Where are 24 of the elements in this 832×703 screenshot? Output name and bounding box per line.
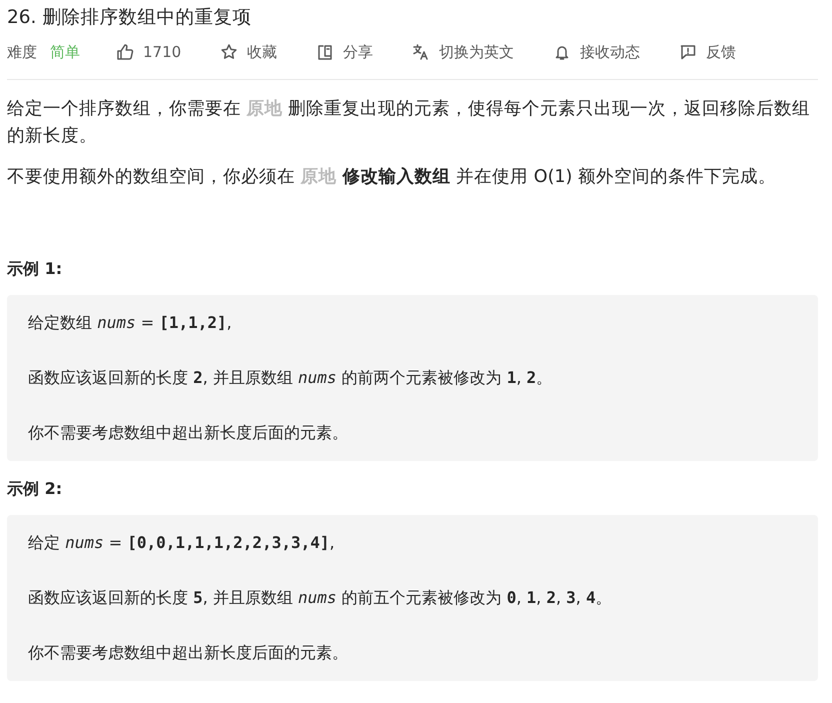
code-line: 你不需要考虑数组中超出新长度后面的元素。 [28,422,349,444]
code-line: 函数应该返回新的长度 2, 并且原数组 nums 的前两个元素被修改为 1, 2。 [28,367,554,389]
difficulty-level: 简单 [50,42,80,63]
feedback-button[interactable]: 反馈 [679,40,736,64]
problem-title: 26. 删除排序数组中的重复项 [7,6,252,30]
share-icon [316,43,334,61]
translate-button[interactable]: 切换为英文 [412,40,514,64]
subscribe-button[interactable]: 接收动态 [553,40,640,64]
feedback-icon [679,43,698,61]
translate-icon [412,43,430,61]
code-line: 给定数组 nums = [1,1,2], [28,312,233,334]
description-paragraph: 不要使用额外的数组空间，你必须在 原地 修改输入数组 并在使用 O(1) 额外空间的条件下完成。 [7,166,777,189]
like-button[interactable]: 1710 [116,40,182,64]
difficulty-label: 难度 [7,42,37,63]
thumbs-up-icon [116,43,134,61]
example-heading: 示例 2: [7,478,64,500]
favorite-button[interactable]: 收藏 [220,40,278,64]
code-line: 你不需要考虑数组中超出新长度后面的元素。 [28,642,349,664]
example-heading: 示例 1: [7,258,64,280]
code-line: 给定 nums = [0,0,1,1,1,2,2,3,3,4], [28,532,336,554]
description-paragraph: 给定一个排序数组，你需要在 原地 删除重复出现的元素，使得每个元素只出现一次，返回移除后数组的新长度。 [7,98,812,148]
code-line: 函数应该返回新的长度 5, 并且原数组 nums 的前五个元素被修改为 0, 1, 2, 3, 4。 [28,587,613,609]
star-icon [220,43,238,61]
share-button[interactable]: 分享 [316,40,374,64]
